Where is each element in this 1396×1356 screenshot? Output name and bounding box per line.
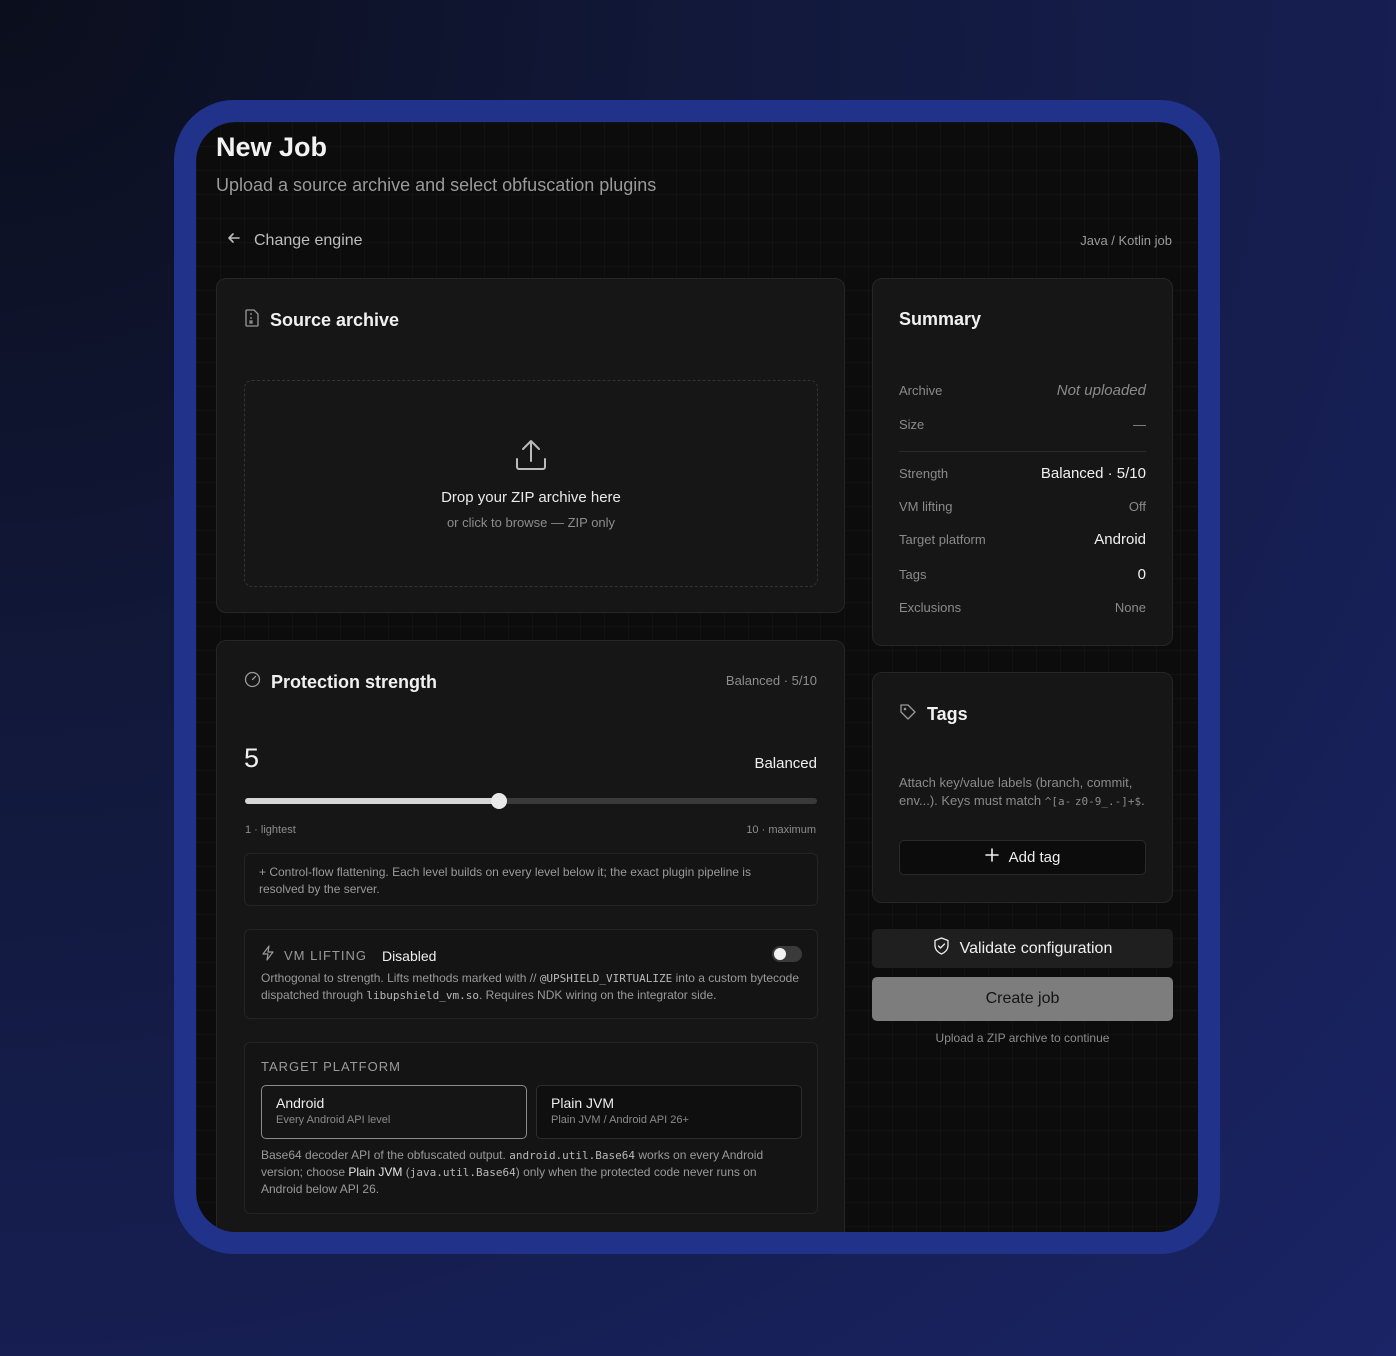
file-archive-icon bbox=[244, 309, 260, 332]
validate-configuration-label: Validate configuration bbox=[959, 939, 1113, 957]
tags-regex-code: ^[a- bbox=[1044, 795, 1072, 808]
summary-key: Archive bbox=[899, 383, 943, 398]
tags-desc-part: Attach key/value labels (branch, bbox=[899, 775, 1084, 790]
summary-value: None bbox=[1114, 600, 1146, 615]
vm-desc-part: into a custom bbox=[675, 971, 747, 985]
target-platform-box: TARGET PLATFORM Android Every Android AP… bbox=[244, 1042, 818, 1214]
tags-regex-code: z0-9_.-]+$ bbox=[1074, 795, 1142, 808]
add-tag-button[interactable]: Add tag bbox=[899, 840, 1146, 875]
vm-lifting-header: VM LIFTING Disabled bbox=[261, 945, 436, 966]
summary-row-archive: Archive Not uploaded bbox=[899, 382, 1146, 399]
zip-dropzone[interactable]: Drop your ZIP archive here or click to b… bbox=[244, 380, 818, 587]
toggle-knob bbox=[774, 948, 786, 960]
summary-key: Target platform bbox=[899, 532, 986, 547]
change-engine-link[interactable]: Change engine bbox=[226, 230, 363, 251]
protection-strength-header: Protection strength bbox=[244, 671, 437, 693]
strength-value: 5 bbox=[244, 743, 260, 773]
summary-divider bbox=[899, 451, 1146, 452]
vm-lifting-toggle[interactable] bbox=[772, 946, 802, 962]
upload-icon bbox=[513, 437, 549, 478]
summary-row-size: Size — bbox=[899, 417, 1146, 432]
source-archive-title: Source archive bbox=[270, 310, 400, 330]
arrow-left-icon bbox=[226, 230, 242, 251]
vm-desc-part: . Requires NDK wiring on the integrator … bbox=[479, 988, 717, 1002]
platform-option-subtitle: Every Android API level bbox=[276, 1114, 391, 1126]
summary-row-exclusions: Exclusions None bbox=[899, 600, 1146, 615]
gauge-icon bbox=[244, 671, 261, 693]
vm-lifting-label: VM LIFTING bbox=[284, 948, 367, 963]
source-archive-header: Source archive bbox=[244, 309, 399, 332]
strength-description: + Control-flow flattening. Each level bu… bbox=[259, 865, 751, 896]
summary-key: Exclusions bbox=[899, 600, 962, 615]
summary-card: Summary Archive Not uploaded Size — Stre… bbox=[872, 278, 1173, 646]
strength-slider-fill bbox=[245, 798, 500, 804]
summary-row-target-platform: Target platform Android bbox=[899, 531, 1146, 548]
slider-min-label: 1 · lightest bbox=[245, 824, 296, 836]
summary-key: Tags bbox=[899, 567, 927, 582]
vm-library-code: libupshield_vm.so bbox=[366, 989, 480, 1002]
dropzone-sub-text: or click to browse — ZIP only bbox=[446, 515, 616, 530]
add-tag-label: Add tag bbox=[1008, 849, 1061, 866]
summary-value: Balanced · 5/10 bbox=[1040, 465, 1146, 482]
vm-lifting-box: VM LIFTING Disabled Orthogonal to streng… bbox=[244, 929, 818, 1019]
strength-description-box: + Control-flow flattening. Each level bu… bbox=[244, 853, 818, 906]
summary-value: — bbox=[1133, 417, 1146, 432]
lightning-icon bbox=[261, 945, 275, 966]
target-platform-label: TARGET PLATFORM bbox=[261, 1059, 401, 1074]
protection-strength-card: Protection strength Balanced · 5/10 5 Ba… bbox=[216, 640, 845, 1232]
summary-row-tags: Tags 0 bbox=[899, 566, 1146, 583]
create-job-button[interactable]: Create job bbox=[872, 977, 1173, 1021]
summary-row-strength: Strength Balanced · 5/10 bbox=[899, 465, 1146, 482]
source-archive-card: Source archive Drop your ZIP archive her… bbox=[216, 278, 845, 613]
summary-value: Android bbox=[1094, 531, 1146, 548]
strength-slider[interactable] bbox=[245, 793, 817, 809]
validate-configuration-button[interactable]: Validate configuration bbox=[872, 929, 1173, 968]
platform-note-code: android.util.Base64 bbox=[509, 1149, 636, 1162]
strength-slider-thumb[interactable] bbox=[491, 793, 508, 809]
vm-annotation-code: @UPSHIELD_VIRTUALIZE bbox=[539, 972, 673, 985]
platform-note-emphasis: Plain JVM bbox=[348, 1165, 403, 1179]
summary-row-vm-lifting: VM lifting Off bbox=[899, 499, 1146, 514]
page-subtitle: Upload a source archive and select obfus… bbox=[216, 175, 657, 195]
vm-lifting-state: Disabled bbox=[381, 947, 437, 964]
protection-strength-title: Protection strength bbox=[271, 671, 438, 692]
summary-title: Summary bbox=[899, 309, 982, 329]
summary-value: Not uploaded bbox=[1056, 382, 1146, 399]
tags-desc-part: . bbox=[1141, 793, 1145, 808]
platform-note-part: Base64 decoder API of the obfuscated out… bbox=[261, 1148, 506, 1162]
summary-value: 0 bbox=[1137, 566, 1146, 583]
vm-desc-part: Orthogonal to strength. Lifts methods ma… bbox=[261, 971, 537, 985]
summary-key: Strength bbox=[899, 466, 949, 481]
app-screen: New Job Upload a source archive and sele… bbox=[196, 122, 1198, 1232]
summary-key: VM lifting bbox=[899, 499, 953, 514]
plus-icon bbox=[984, 848, 999, 867]
summary-value: Off bbox=[1128, 499, 1146, 514]
change-engine-label: Change engine bbox=[254, 231, 363, 249]
platform-option-title: Plain JVM bbox=[551, 1095, 615, 1111]
create-job-hint: Upload a ZIP archive to continue bbox=[935, 1031, 1110, 1045]
platform-option-plain-jvm[interactable]: Plain JVM Plain JVM / Android API 26+ bbox=[536, 1085, 802, 1139]
platform-option-android[interactable]: Android Every Android API level bbox=[261, 1085, 527, 1139]
strength-badge: Balanced · 5/10 bbox=[725, 673, 817, 688]
tags-header: Tags bbox=[899, 703, 968, 726]
page-title: New Job bbox=[216, 132, 328, 162]
dropzone-main-text: Drop your ZIP archive here bbox=[441, 489, 621, 506]
tags-title: Tags bbox=[927, 704, 968, 724]
slider-max-label: 10 · maximum bbox=[746, 824, 816, 836]
platform-note-code: java.util.Base64 bbox=[409, 1166, 516, 1179]
strength-level-name: Balanced bbox=[754, 755, 817, 772]
create-job-label: Create job bbox=[985, 990, 1060, 1007]
tag-icon bbox=[899, 703, 917, 726]
tags-card: Tags Attach key/value labels (branch, co… bbox=[872, 672, 1173, 903]
platform-option-title: Android bbox=[276, 1095, 325, 1111]
shield-check-icon bbox=[933, 937, 950, 960]
tags-description: Attach key/value labels (branch, commit,… bbox=[899, 774, 1148, 811]
job-type-label: Java / Kotlin job bbox=[1080, 233, 1172, 248]
summary-key: Size bbox=[899, 417, 925, 432]
platform-option-subtitle: Plain JVM / Android API 26+ bbox=[551, 1114, 689, 1126]
vm-lifting-description: Orthogonal to strength. Lifts methods ma… bbox=[261, 970, 803, 1004]
target-platform-note: Base64 decoder API of the obfuscated out… bbox=[261, 1147, 799, 1198]
